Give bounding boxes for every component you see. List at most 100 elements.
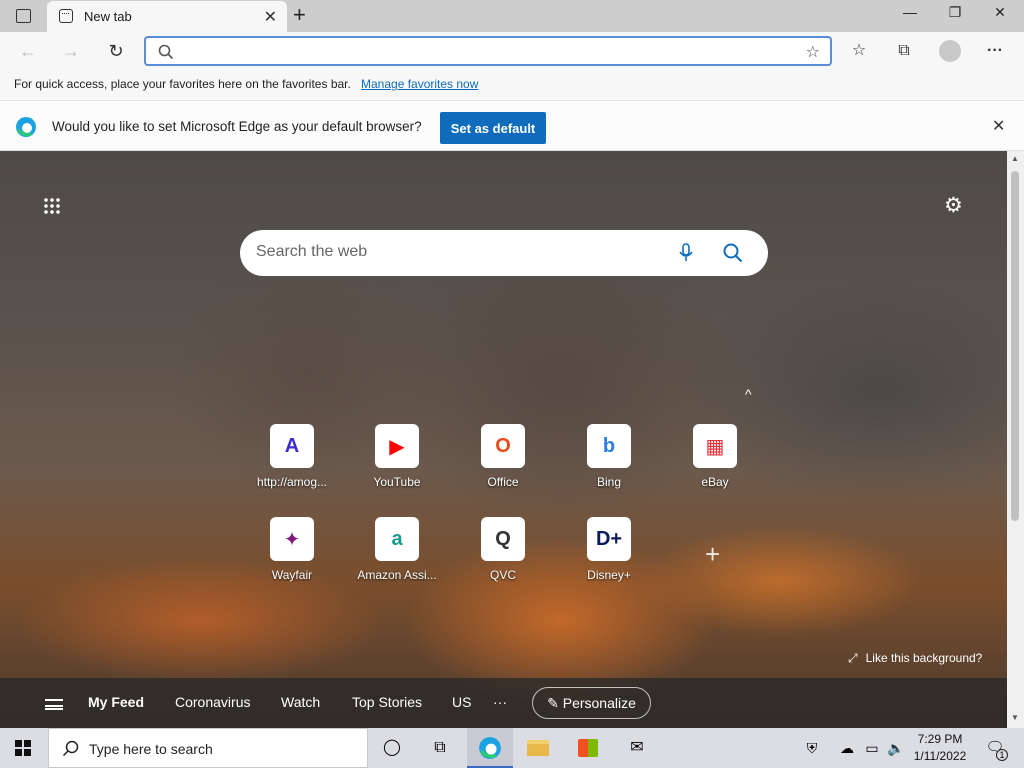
tab-actions-icon[interactable]	[16, 9, 31, 23]
feed-tab-top-stories[interactable]: Top Stories	[352, 694, 422, 710]
tab-close-button[interactable]: ✕	[264, 7, 277, 27]
profile-avatar[interactable]	[939, 40, 961, 62]
qvc-icon: Q	[481, 517, 525, 561]
microsoft-store-icon[interactable]	[565, 728, 611, 768]
scroll-down-arrow[interactable]: ▼	[1011, 713, 1019, 722]
quick-link-label: Office	[487, 475, 519, 489]
edge-logo-icon	[16, 117, 36, 137]
web-search-input[interactable]	[256, 243, 656, 261]
task-view-icon[interactable]: ⧉	[417, 728, 463, 768]
tab-title: New tab	[84, 9, 132, 24]
quick-link-office[interactable]: O Office	[458, 424, 548, 489]
page-scrollbar[interactable]: ▲ ▼	[1007, 151, 1024, 728]
http-amog-icon: A	[270, 424, 314, 468]
like-background-label: Like this background?	[865, 651, 983, 665]
browser-toolbar: ← → ↻ ☆ ☆ ⧉ ···	[0, 32, 1024, 70]
tab-new-tab[interactable]: New tab ✕	[47, 1, 287, 32]
refresh-button[interactable]: ↻	[105, 40, 127, 62]
taskbar-search-box[interactable]: Type here to search	[48, 728, 368, 768]
scrollbar-thumb[interactable]	[1011, 171, 1019, 521]
taskbar: Type here to search ◯ ⧉ ✉ ⛨ ☁ ▭ 🔈 7:29 P…	[0, 728, 1024, 768]
edge-icon	[479, 736, 501, 759]
clock-time: 7:29 PM	[917, 732, 963, 746]
quick-link-label: eBay	[701, 475, 729, 489]
office-icon: O	[481, 424, 525, 468]
like-background-link[interactable]: ⤢ Like this background?	[848, 651, 982, 666]
quick-link-disney[interactable]: D+ Disney+	[564, 517, 654, 582]
network-tray-icon[interactable]: ▭	[860, 728, 884, 768]
restore-button[interactable]: ❐	[943, 4, 967, 26]
microphone-icon[interactable]	[678, 243, 694, 263]
windows-logo-icon	[15, 739, 31, 756]
wayfair-icon: ✦	[270, 517, 314, 561]
quick-link-label: Wayfair	[271, 568, 313, 582]
amazon-assi-icon: a	[375, 517, 419, 561]
quick-link-http-amog[interactable]: Ahttp://amog...	[247, 424, 337, 489]
new-tab-page: ⚙ ^ Ahttp://amog... ▶ YouTube O Office b Bing ▦…	[0, 151, 1007, 728]
quick-link-label: Bing	[596, 475, 622, 489]
manage-favorites-link[interactable]: Manage favorites now	[361, 77, 478, 91]
scroll-up-arrow[interactable]: ▲	[1011, 154, 1019, 163]
feed-tab-watch[interactable]: Watch	[281, 694, 320, 710]
tab-strip: New tab ✕ + — ❐ ✕	[0, 0, 1024, 32]
quick-link-label: Disney+	[587, 568, 631, 582]
quick-link-wayfair[interactable]: ✦ Wayfair	[247, 517, 337, 582]
personalize-button[interactable]: ✎ Personalize	[532, 687, 651, 719]
more-menu-icon[interactable]: ···	[984, 40, 1006, 62]
settings-gear-icon[interactable]: ⚙	[944, 193, 963, 218]
set-as-default-button[interactable]: Set as default	[440, 112, 546, 144]
collections-icon[interactable]: ⧉	[893, 40, 915, 62]
notification-count: 1	[996, 749, 1008, 761]
notification-center-icon[interactable]: 🗨	[980, 728, 1010, 768]
quick-link-youtube[interactable]: ▶ YouTube	[352, 424, 442, 489]
start-button[interactable]	[0, 728, 46, 768]
bing-icon: b	[587, 424, 631, 468]
taskbar-search-icon	[62, 740, 79, 757]
feed-tab-my-feed[interactable]: My Feed	[88, 694, 144, 710]
app-launcher-icon[interactable]	[43, 197, 61, 215]
ebay-icon: ▦	[693, 424, 737, 468]
quick-link-amazon-assi[interactable]: a Amazon Assi...	[352, 517, 442, 582]
cortana-icon[interactable]: ◯	[369, 728, 415, 768]
personalize-label: Personalize	[562, 694, 636, 711]
system-clock[interactable]: 7:29 PM 1/11/2022	[905, 731, 975, 765]
mail-icon[interactable]: ✉	[614, 728, 660, 768]
youtube-icon: ▶	[375, 424, 419, 468]
favorites-bar-text: For quick access, place your favorites h…	[14, 77, 351, 91]
quick-link-label: YouTube	[373, 475, 421, 489]
default-browser-infobar: Would you like to set Microsoft Edge as …	[0, 102, 1024, 151]
address-input[interactable]	[178, 42, 778, 60]
clock-date: 1/11/2022	[913, 749, 967, 763]
search-submit-icon[interactable]	[723, 243, 743, 263]
edge-taskbar-icon[interactable]	[467, 728, 513, 768]
favorites-icon[interactable]: ☆	[848, 40, 870, 62]
taskbar-search-text: Type here to search	[89, 741, 213, 757]
expand-icon: ⤢	[848, 651, 858, 665]
minimize-button[interactable]: —	[898, 4, 922, 26]
security-tray-icon[interactable]: ⛨	[800, 728, 824, 768]
feed-nav-bar: My Feed Coronavirus Watch Top Stories US…	[0, 678, 1007, 728]
new-tab-page-icon	[59, 9, 73, 23]
add-favorite-icon[interactable]: ☆	[806, 42, 820, 62]
onedrive-tray-icon[interactable]: ☁	[835, 728, 859, 768]
back-button[interactable]: ←	[17, 40, 39, 62]
feed-tab-coronavirus[interactable]: Coronavirus	[175, 694, 250, 710]
favorites-bar: For quick access, place your favorites h…	[0, 70, 1024, 101]
close-window-button[interactable]: ✕	[988, 4, 1012, 26]
infobar-close-icon[interactable]: ✕	[992, 116, 1005, 136]
file-explorer-icon[interactable]	[515, 728, 561, 768]
forward-button[interactable]: →	[60, 40, 82, 62]
feed-menu-icon[interactable]	[45, 699, 63, 710]
quick-link-label: http://amog...	[256, 475, 328, 489]
search-icon	[158, 44, 174, 60]
quick-link-bing[interactable]: b Bing	[564, 424, 654, 489]
feed-tab-us[interactable]: US	[452, 694, 471, 710]
quick-link-qvc[interactable]: Q QVC	[458, 517, 548, 582]
quick-link-ebay[interactable]: ▦ eBay	[670, 424, 760, 489]
new-tab-button[interactable]: +	[293, 2, 306, 28]
web-search-box[interactable]	[240, 230, 768, 276]
collapse-tiles-icon[interactable]: ^	[745, 386, 752, 402]
feed-more-button[interactable]: ···	[493, 694, 507, 710]
add-site-icon[interactable]: +	[705, 539, 720, 570]
address-bar[interactable]: ☆	[144, 36, 832, 66]
